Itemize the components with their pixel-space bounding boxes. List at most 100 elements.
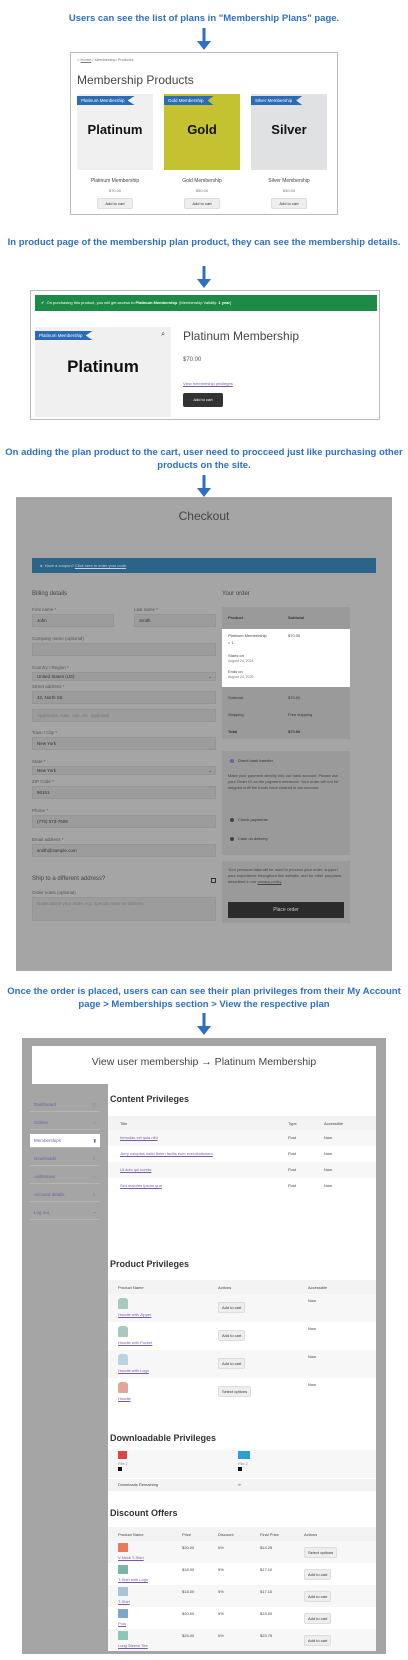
product-screenshot: ✔ On purchasing this product, you will g… — [30, 290, 380, 420]
offer-name-link[interactable]: T-Shirt — [118, 1599, 130, 1604]
discount-offers-title: Discount Offers — [110, 1508, 178, 1518]
content-title-link[interactable]: Inmodas vel quia nihi — [120, 1135, 158, 1140]
order-item-row: Platinum Membership × 1 $70.00 Starts on… — [222, 629, 350, 687]
content-type: Post — [288, 1151, 297, 1156]
product-card-image[interactable]: Gold Membership Gold — [164, 94, 240, 170]
payment-methods: Direct bank transfer Make your payment d… — [222, 751, 350, 855]
offer-discount: 5% — [218, 1589, 224, 1594]
product-action-button[interactable]: Add to cart — [218, 1302, 246, 1313]
user-icon: ♙ — [91, 1192, 96, 1197]
offer-name-link[interactable]: V-Neck T-Shirt — [118, 1555, 144, 1560]
add-to-cart-button[interactable]: Add to cart — [183, 393, 223, 407]
product-privileges-title: Product Privileges — [110, 1259, 190, 1269]
notes-label: Order notes (optional) — [32, 890, 76, 895]
product-name[interactable]: Silver Membership — [251, 178, 327, 184]
coupon-link[interactable]: Click here to enter your code — [75, 563, 126, 568]
offer-col-header: Discount — [218, 1532, 234, 1537]
nav-item-account-details[interactable]: Account details ♙ — [30, 1188, 100, 1202]
content-col-header: Accessible — [324, 1121, 344, 1126]
download-icon[interactable] — [118, 1467, 122, 1471]
offer-final-price: $14.25 — [260, 1545, 273, 1550]
phone-field[interactable]: (770) 573-7609 — [32, 815, 216, 828]
add-to-cart-button[interactable]: Add to cart — [97, 198, 133, 209]
state-select[interactable]: New York ⌄ — [32, 766, 216, 775]
nav-item-orders[interactable]: Orders ⌂ — [30, 1116, 100, 1130]
street2-field[interactable]: Apartment, suite, unit, etc. (optional) — [32, 709, 216, 722]
product-name[interactable]: Platinum Membership — [77, 178, 153, 184]
email-field[interactable]: smith@sample.com — [32, 844, 216, 857]
billing-title: Billing details — [32, 591, 68, 597]
zoom-icon[interactable]: ⌕ — [161, 331, 165, 339]
last-name-field[interactable]: Smith — [134, 614, 216, 627]
zip-field[interactable]: 96161 — [32, 786, 216, 799]
offer-action-button[interactable]: Add to cart — [304, 1613, 332, 1624]
product-price: $30.00 — [282, 188, 296, 193]
privacy-link[interactable]: privacy policy — [258, 879, 282, 884]
breadcrumb-home[interactable]: Home — [81, 57, 92, 62]
offer-action-button[interactable]: Select options — [304, 1547, 338, 1558]
ends-label: Ends on — [228, 669, 243, 674]
product-action-button[interactable]: Select options — [218, 1386, 252, 1397]
place-order-button[interactable]: Place order — [228, 902, 344, 918]
notes-field[interactable]: Notes about your order, e.g. special not… — [32, 897, 216, 921]
street-field[interactable]: 42, North Str. — [32, 691, 216, 704]
offer-col-header: Price — [182, 1532, 192, 1537]
offer-price: $25.00 — [182, 1633, 195, 1638]
radio-bank[interactable] — [230, 759, 234, 763]
add-to-cart-button[interactable]: Add to cart — [184, 198, 220, 209]
product-ribbon: Silver Membership — [251, 96, 303, 105]
content-title-link[interactable]: Jerry voluptas natio ibrien facilis eum … — [120, 1151, 213, 1156]
product-name-link[interactable]: Hoodie with Zipper — [118, 1312, 151, 1317]
offer-price: $20.00 — [182, 1611, 195, 1616]
add-to-cart-button[interactable]: Add to cart — [271, 198, 307, 209]
country-select[interactable]: United States (US) ⌄ — [32, 672, 216, 681]
radio-check[interactable] — [230, 818, 234, 822]
offer-final-price: $17.10 — [260, 1567, 273, 1572]
privileges-link[interactable]: View membership privileges — [183, 381, 233, 386]
content-accessible: Now — [324, 1167, 333, 1172]
product-name-link[interactable]: Hoodie with Logo — [118, 1368, 149, 1373]
pay-cod-label: Cash on delivery — [238, 836, 268, 841]
product-name[interactable]: Gold Membership — [164, 178, 240, 184]
product-name-link[interactable]: Hoodie with Pocket — [118, 1340, 152, 1345]
nav-item-addresses[interactable]: Addresses ⌂ — [30, 1170, 100, 1184]
nav-item-log-out[interactable]: Log out ⇥ — [30, 1206, 100, 1220]
offer-action-button[interactable]: Add to cart — [304, 1635, 332, 1646]
offer-name-link[interactable]: T-Shirt with Logo — [118, 1577, 148, 1582]
product-accessible: Now — [308, 1382, 317, 1387]
downloadable-privileges-title: Downloadable Privileges — [110, 1433, 217, 1443]
offer-action-button[interactable]: Add to cart — [304, 1591, 332, 1602]
content-title-link[interactable]: Sint maiores ipsum qua — [120, 1183, 162, 1188]
content-accessible: Now — [324, 1183, 333, 1188]
product-card-image[interactable]: Silver Membership Silver — [251, 94, 327, 170]
company-field[interactable] — [32, 643, 216, 656]
ship-title: Ship to a different address? — [32, 876, 106, 882]
product-action-button[interactable]: Add to cart — [218, 1358, 246, 1369]
first-name-field[interactable]: John — [32, 614, 114, 627]
caption-product-page: In product page of the membership plan p… — [7, 237, 401, 248]
logout-icon: ⇥ — [92, 1210, 96, 1215]
offer-discount: 5% — [218, 1545, 224, 1550]
product-name-link[interactable]: Hoodie — [118, 1396, 131, 1401]
product-card[interactable]: Gold Membership Gold Gold Membership $50.00… — [164, 94, 240, 209]
breadcrumb: ⌂ Home / Membership Products — [77, 57, 134, 62]
item-price: $70.00 — [288, 633, 301, 638]
tshirt-thumbnail — [118, 1565, 128, 1574]
pay-bank-desc: Make your payment directly into our bank… — [228, 773, 339, 790]
nav-item-dashboard[interactable]: Dashboard ◫ — [30, 1098, 100, 1112]
city-field[interactable]: New York — [32, 737, 216, 750]
product-card-image[interactable]: Platinum Membership Platinum — [77, 94, 153, 170]
product-card[interactable]: Silver Membership Silver Silver Membership… — [251, 94, 327, 209]
ship-checkbox[interactable] — [211, 878, 216, 883]
offer-name-link[interactable]: Long Sleeve Tee — [118, 1643, 148, 1648]
download-icon[interactable] — [238, 1467, 242, 1471]
product-card[interactable]: Platinum Membership Platinum Platinum Memb… — [77, 94, 153, 209]
nav-item-memberships[interactable]: Memberships ▮ — [30, 1134, 100, 1148]
content-title-link[interactable]: Ut dolo qui corrds — [120, 1167, 151, 1172]
account-content: Content Privileges Title Type Accessible In… — [108, 1084, 376, 1651]
offer-name-link[interactable]: Polo — [118, 1621, 126, 1626]
nav-item-downloads[interactable]: Downloads ⇩ — [30, 1152, 100, 1166]
radio-cod[interactable] — [230, 837, 234, 841]
offer-action-button[interactable]: Add to cart — [304, 1569, 332, 1580]
product-action-button[interactable]: Add to cart — [218, 1330, 246, 1341]
